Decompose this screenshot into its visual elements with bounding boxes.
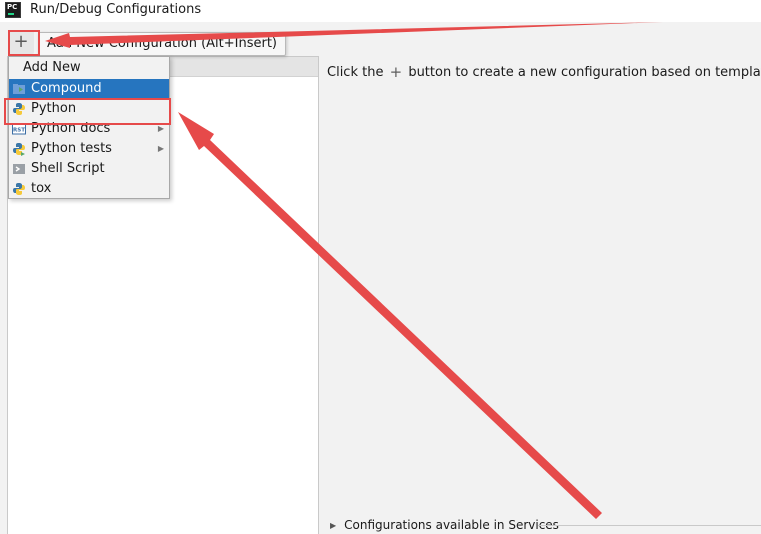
annotation-arrow-to-python-item	[178, 112, 602, 519]
annotation-arrow-to-add-button	[45, 22, 663, 48]
annotation-arrows	[45, 22, 663, 519]
